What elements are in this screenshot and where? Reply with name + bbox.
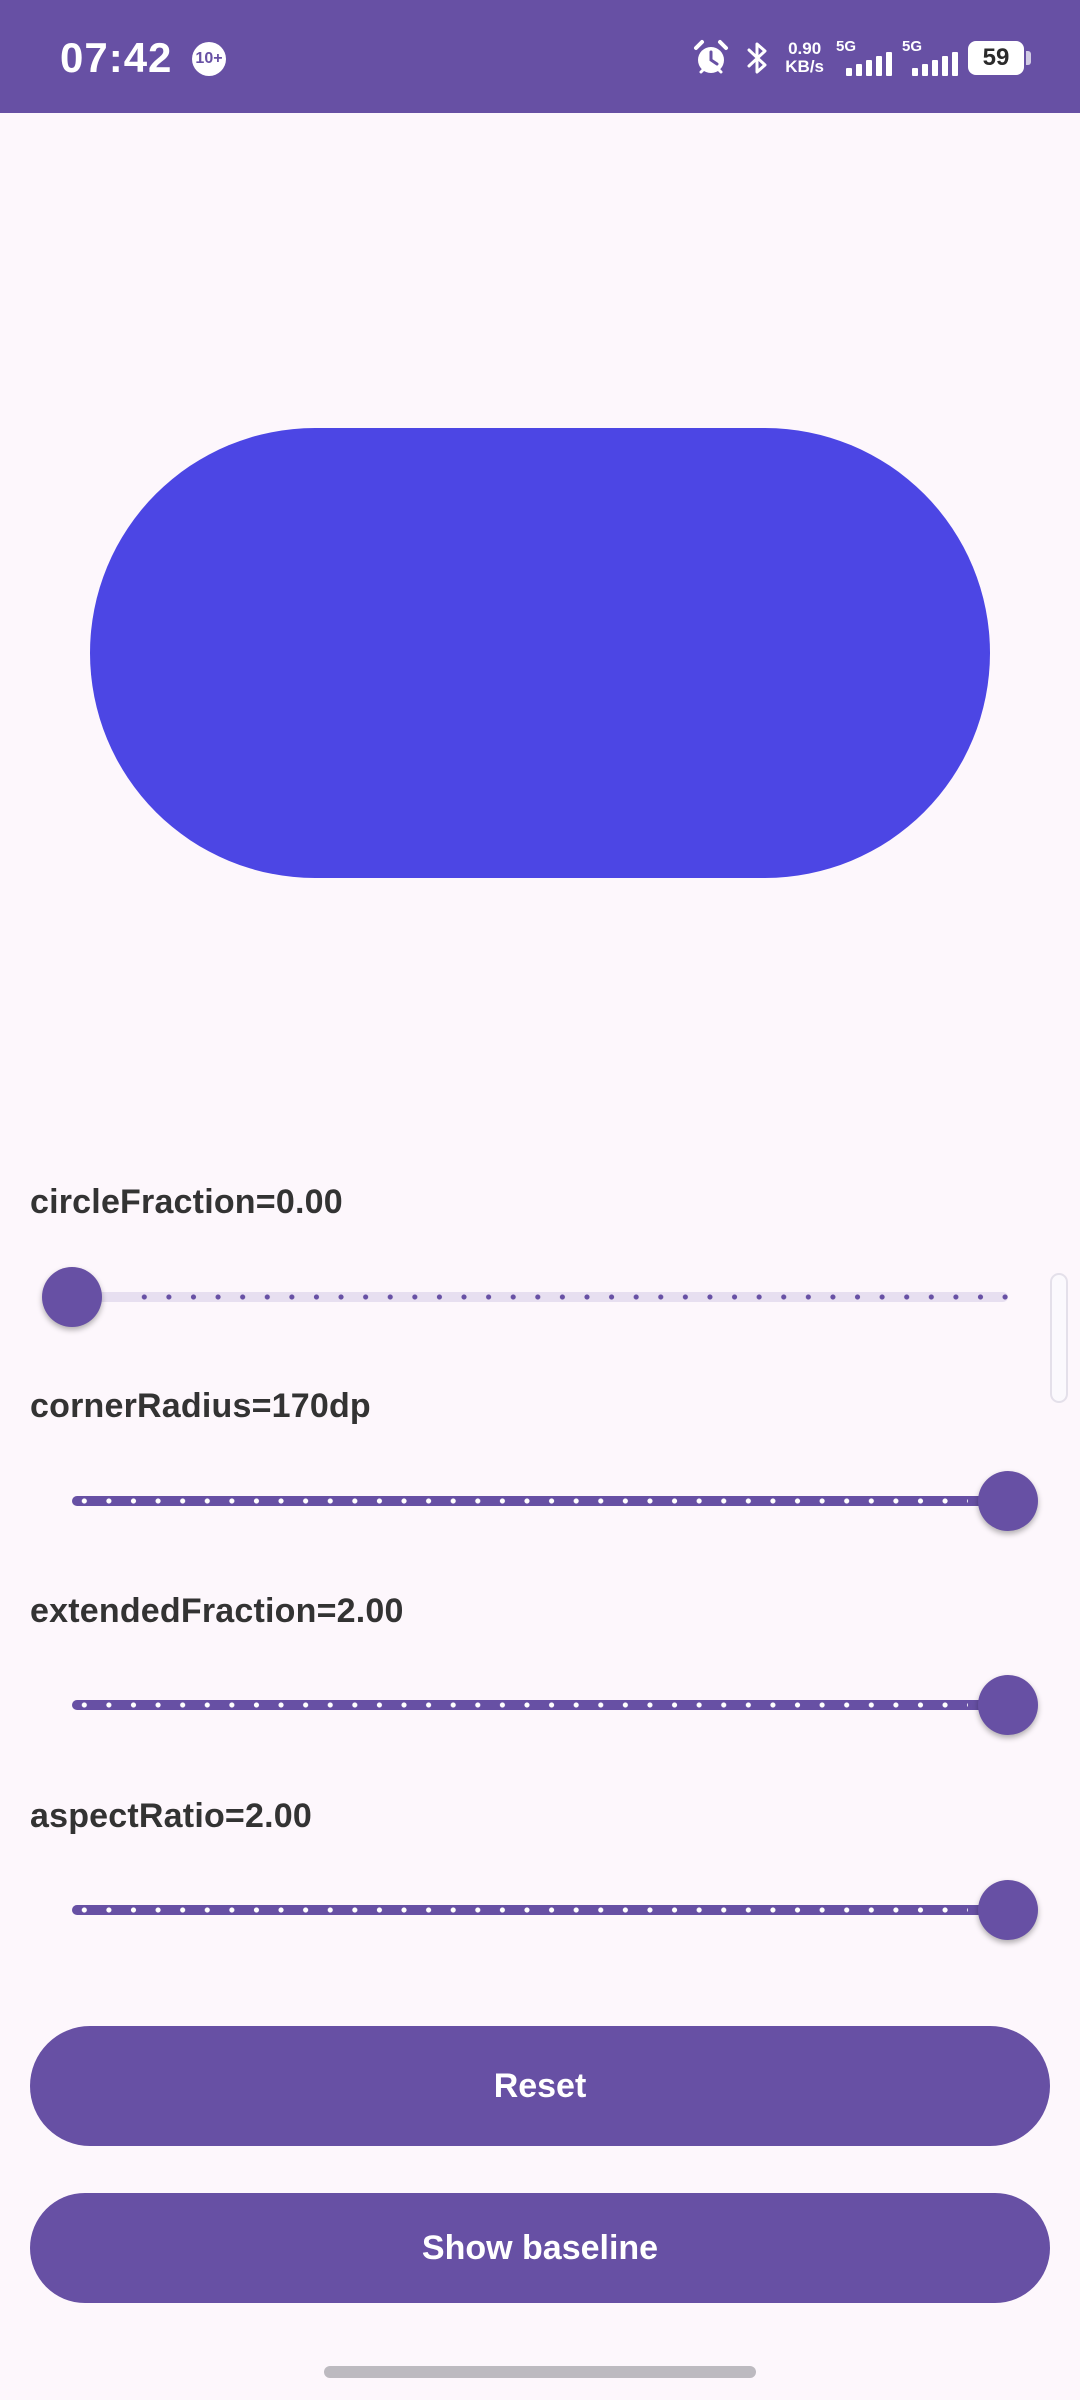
corner-radius-slider[interactable] xyxy=(44,1466,1038,1536)
battery-level: 59 xyxy=(982,44,1010,71)
slider-thumb[interactable] xyxy=(42,1267,102,1327)
extended-fraction-label: extendedFraction=2.00 xyxy=(30,1592,404,1630)
slider-ticks xyxy=(72,1905,968,1915)
reset-button[interactable]: Reset xyxy=(30,2026,1050,2146)
slider-thumb[interactable] xyxy=(978,1675,1038,1735)
extended-fraction-slider[interactable] xyxy=(44,1670,1038,1740)
signal-bars xyxy=(846,52,892,76)
slider-thumb[interactable] xyxy=(978,1471,1038,1531)
aspect-ratio-slider[interactable] xyxy=(44,1875,1038,1945)
show-baseline-button[interactable]: Show baseline xyxy=(30,2193,1050,2303)
signal-icon: 5G xyxy=(902,38,958,78)
net-speed-unit: KB/s xyxy=(785,57,824,76)
slider-ticks xyxy=(72,1700,968,1710)
bluetooth-icon xyxy=(743,38,773,78)
slider-ticks xyxy=(132,1292,1008,1302)
slider-ticks xyxy=(72,1496,968,1506)
alarm-icon xyxy=(691,38,731,78)
status-icons: 0.90 KB/s 5G 5G 59 xyxy=(691,36,1031,80)
aspect-ratio-label: aspectRatio=2.00 xyxy=(30,1797,312,1835)
slider-thumb[interactable] xyxy=(978,1880,1038,1940)
net-speed-value: 0.90 xyxy=(788,39,822,58)
corner-radius-label: cornerRadius=170dp xyxy=(30,1387,371,1425)
circle-fraction-slider[interactable] xyxy=(42,1262,1036,1332)
battery-icon: 59 xyxy=(968,41,1031,75)
app-screen: 07:42 10+ 0.90 KB/s 5G 5G 59 circleFract… xyxy=(0,0,1080,2400)
status-bar: 07:42 10+ 0.90 KB/s 5G 5G 59 xyxy=(0,0,1080,113)
signal-bars xyxy=(912,52,958,76)
signal-icon: 5G xyxy=(836,38,892,78)
circle-fraction-label: circleFraction=0.00 xyxy=(30,1183,343,1221)
net-speed: 0.90 KB/s xyxy=(785,40,824,76)
morph-shape-preview xyxy=(90,428,990,878)
scroll-indicator[interactable] xyxy=(1050,1273,1068,1403)
notification-badge: 10+ xyxy=(192,42,226,76)
status-time: 07:42 xyxy=(60,34,173,81)
home-indicator[interactable] xyxy=(324,2366,756,2378)
